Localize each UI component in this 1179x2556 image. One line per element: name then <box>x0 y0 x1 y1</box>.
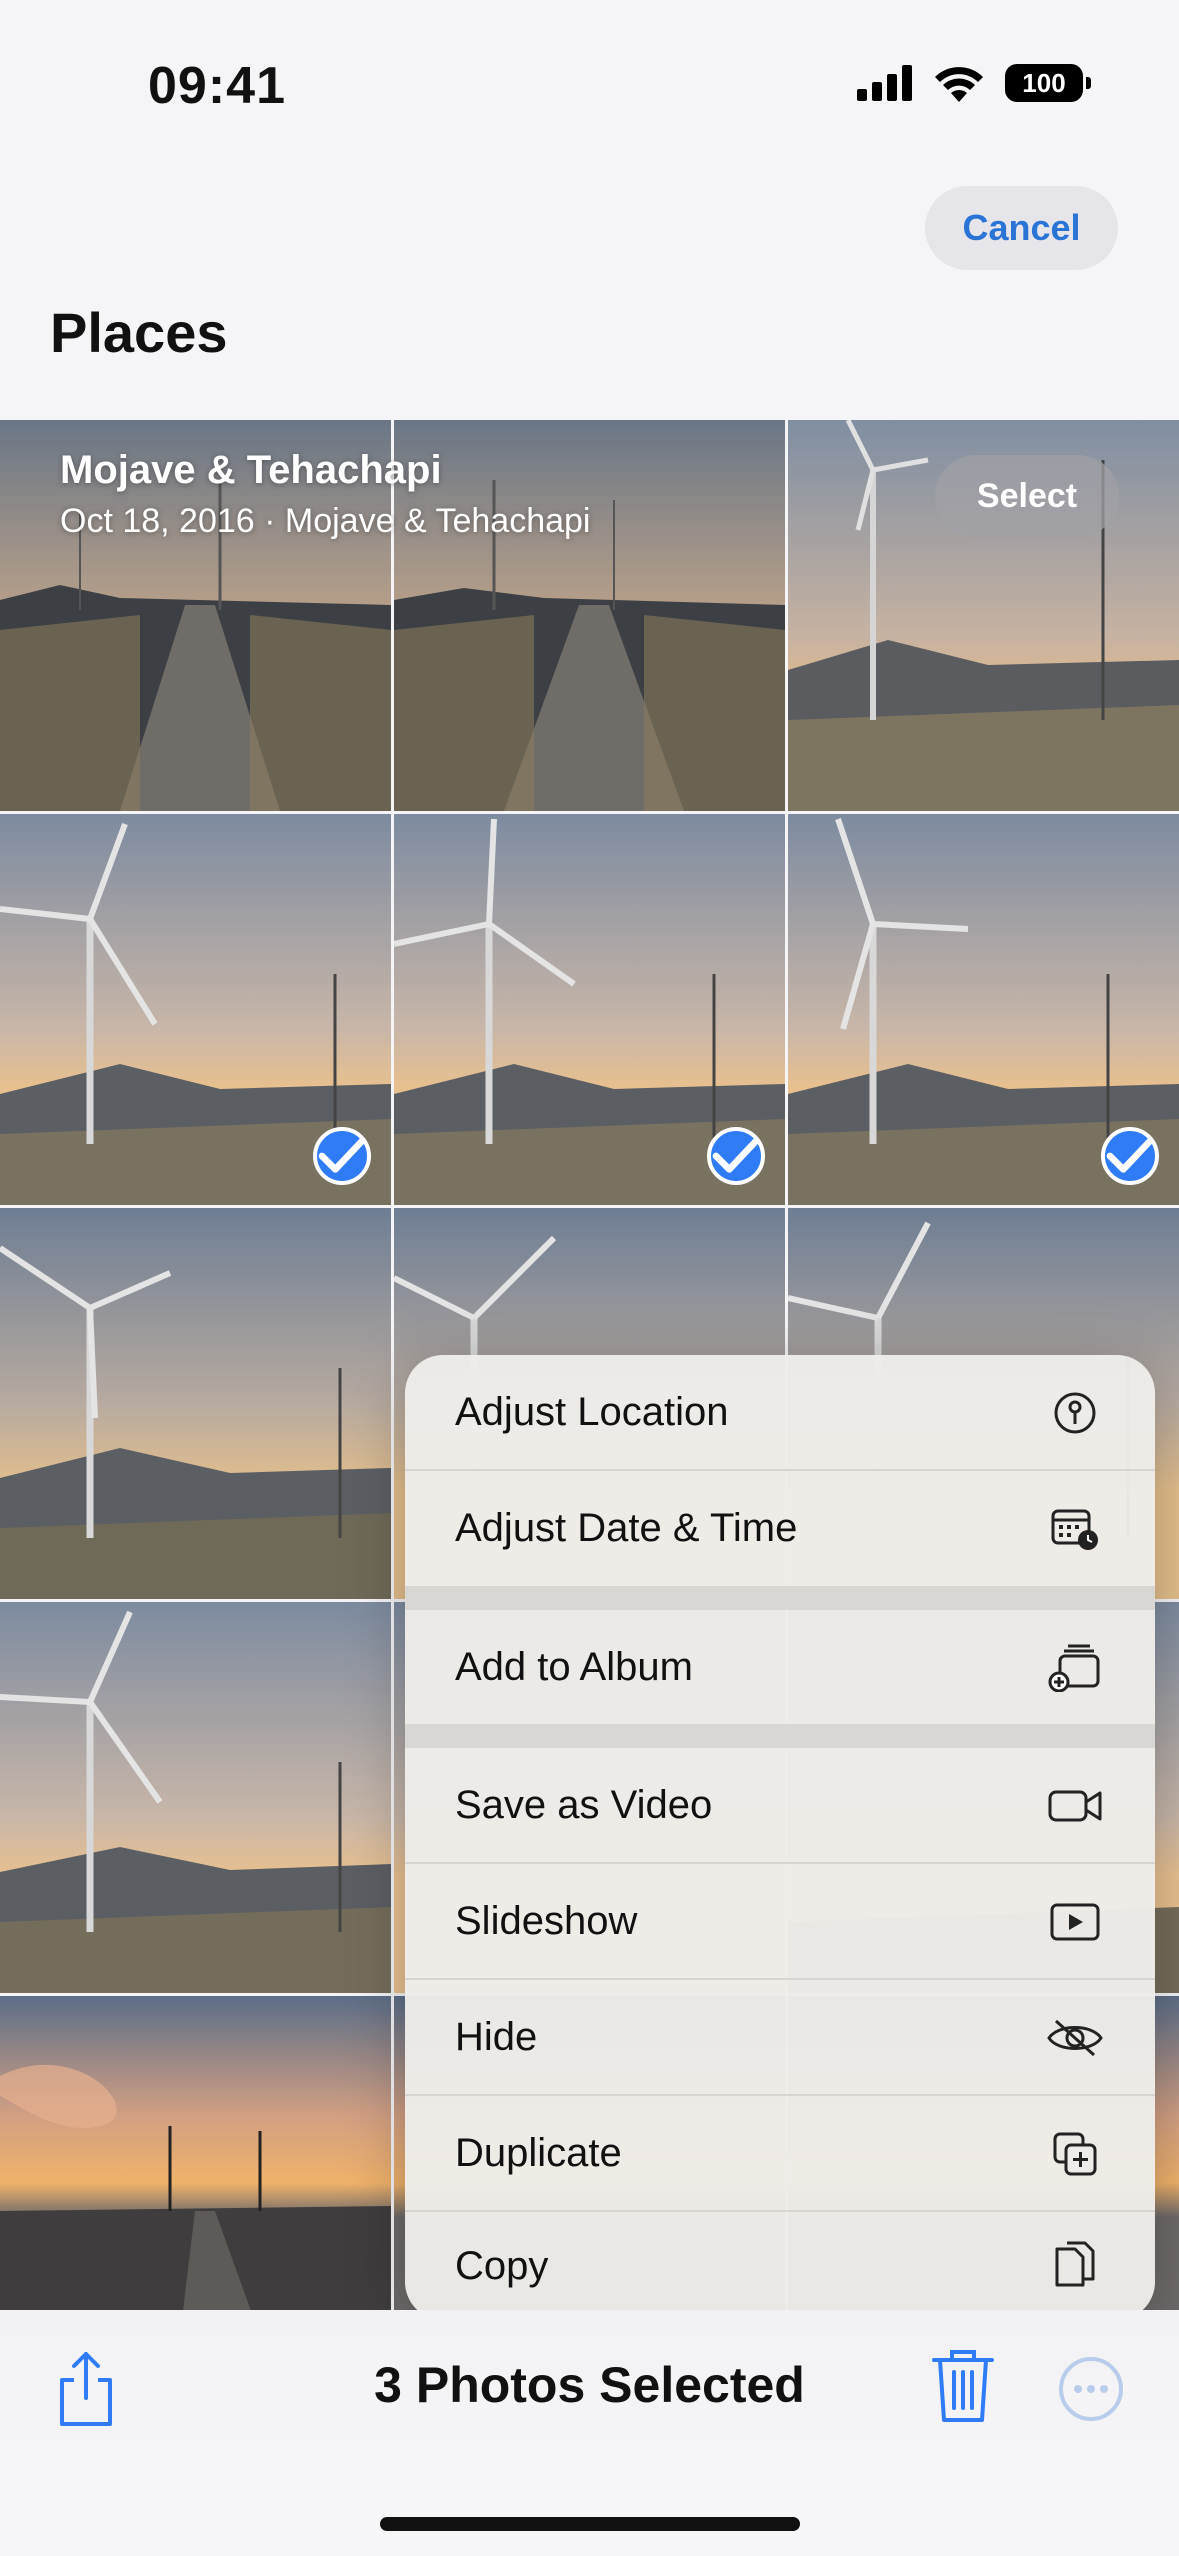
menu-item-label: Save as Video <box>455 1783 713 1827</box>
home-indicator <box>380 2517 800 2531</box>
eye-slash-icon <box>1045 2008 1105 2068</box>
ellipsis-circle-icon <box>1059 2357 1123 2421</box>
menu-item-label: Adjust Location <box>455 1390 729 1434</box>
more-button[interactable] <box>1058 2356 1124 2422</box>
selected-checkmark-icon <box>313 1127 371 1185</box>
group-subtitle: Oct 18, 2016 · Mojave & Tehachapi <box>60 502 591 540</box>
menu-item-label: Duplicate <box>455 2131 622 2175</box>
cellular-signal-icon <box>857 65 912 101</box>
menu-group-divider <box>405 1724 1155 1748</box>
battery-icon: 100 <box>1005 64 1091 102</box>
status-time: 09:41 <box>148 57 286 115</box>
photo-thumbnail[interactable] <box>394 420 785 811</box>
photo-thumbnail[interactable] <box>0 1602 391 1993</box>
menu-item-duplicate[interactable]: Duplicate <box>405 2096 1155 2211</box>
cancel-button[interactable]: Cancel <box>925 186 1118 270</box>
location-pin-icon <box>1045 1383 1105 1443</box>
delete-button[interactable] <box>930 2346 996 2424</box>
calendar-clock-icon <box>1045 1499 1105 1559</box>
menu-item-label: Add to Album <box>455 1644 693 1689</box>
photo-thumbnail-selected[interactable] <box>788 814 1179 1205</box>
menu-item-slideshow[interactable]: Slideshow <box>405 1864 1155 1979</box>
group-title: Mojave & Tehachapi <box>60 448 442 492</box>
wifi-icon <box>935 67 983 102</box>
group-select-button[interactable]: Select <box>935 455 1119 537</box>
photo-thumbnail-selected[interactable] <box>0 814 391 1205</box>
photo-thumbnail-selected[interactable] <box>394 814 785 1205</box>
photo-thumbnail[interactable] <box>0 1208 391 1599</box>
menu-item-copy[interactable]: Copy <box>405 2212 1155 2320</box>
trash-icon <box>932 2350 994 2422</box>
menu-item-add-to-album[interactable]: Add to Album <box>405 1610 1155 1724</box>
photo-image <box>0 1996 391 2336</box>
context-menu: Adjust Location Adjust Date & Time Add t… <box>405 1355 1155 2320</box>
status-icons: 100 <box>857 64 1091 102</box>
menu-item-label: Adjust Date & Time <box>455 1506 798 1550</box>
menu-item-label: Copy <box>455 2243 549 2288</box>
menu-item-label: Hide <box>455 2015 538 2059</box>
copy-icon <box>1045 2236 1105 2296</box>
menu-item-adjust-date-time[interactable]: Adjust Date & Time <box>405 1471 1155 1586</box>
page-title: Places <box>50 301 228 364</box>
menu-item-adjust-location[interactable]: Adjust Location <box>405 1355 1155 1470</box>
menu-item-label: Slideshow <box>455 1899 638 1943</box>
photo-image <box>394 420 785 811</box>
selection-count: 3 Photos Selected <box>374 2357 805 2413</box>
duplicate-icon <box>1045 2124 1105 2184</box>
photo-image <box>0 1602 391 1993</box>
menu-group-divider <box>405 1586 1155 1610</box>
selected-checkmark-icon <box>1101 1127 1159 1185</box>
play-rectangle-icon <box>1045 1892 1105 1952</box>
selected-checkmark-icon <box>707 1127 765 1185</box>
photo-image <box>0 1208 391 1599</box>
photo-thumbnail[interactable] <box>0 1996 391 2336</box>
add-to-album-icon <box>1045 1637 1105 1697</box>
menu-item-hide[interactable]: Hide <box>405 1980 1155 2095</box>
menu-item-save-as-video[interactable]: Save as Video <box>405 1748 1155 1863</box>
video-camera-icon <box>1045 1776 1105 1836</box>
status-bar: 09:41 100 <box>0 0 1179 170</box>
